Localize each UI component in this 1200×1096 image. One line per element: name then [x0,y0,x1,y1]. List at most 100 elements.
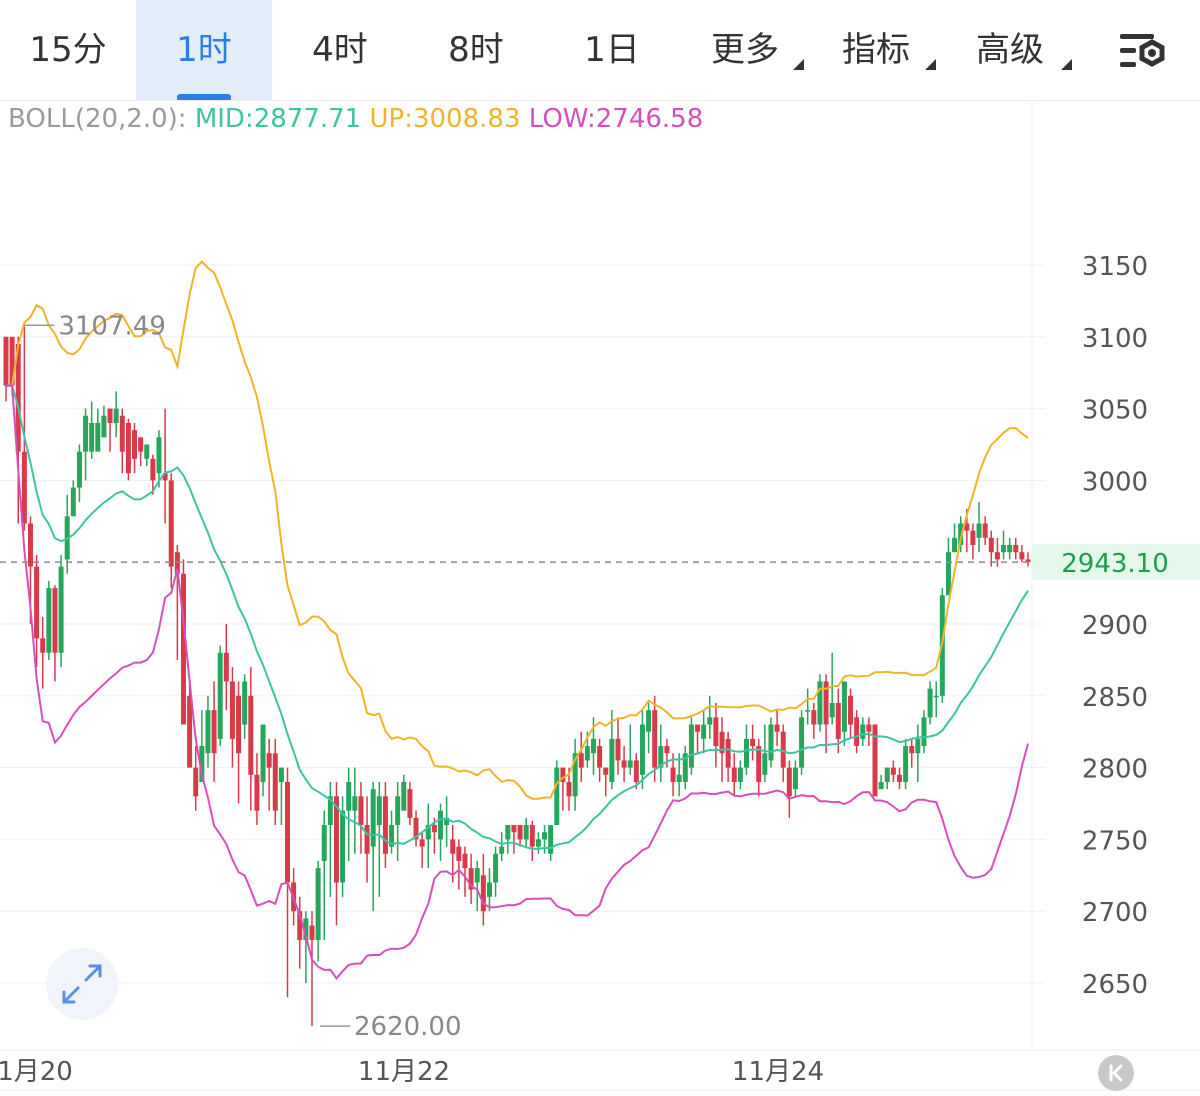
candle-body [615,738,621,761]
candle-body [627,760,633,768]
candle-body [278,767,284,782]
candle-body [756,746,762,782]
candle-body [113,408,119,423]
candle-body [248,695,254,775]
candle-body [70,487,76,517]
candle-body [474,868,480,883]
tab-4hour[interactable]: 4时 [272,0,408,100]
candle-body [915,738,921,754]
tab-advanced[interactable]: 高级 [942,0,1078,100]
dropdown-caret-icon [925,59,936,70]
dropdown-caret-icon [793,59,804,70]
candle-body [774,724,780,732]
candle-body [511,825,517,833]
candle-body [976,523,982,538]
candle-body [346,781,352,811]
candle-body [707,717,713,725]
candle-body [27,523,33,567]
tab-label: 8时 [448,30,504,70]
candle-body [138,437,144,452]
candle-body [101,415,107,438]
candle-body [854,717,860,747]
candle-body [676,774,682,782]
chart-settings-icon[interactable] [1112,26,1172,76]
tab-8hour[interactable]: 8时 [408,0,544,100]
candle-body [340,810,346,883]
tab-label: 15分 [29,30,107,70]
candle-body [480,875,486,912]
candle-body [786,767,792,797]
tab-1hour[interactable]: 1时 [136,0,272,100]
candle-body [119,415,125,452]
y-tick-label: 2800 [1082,755,1148,785]
timeframe-tabbar: 15分 1时 4时 8时 1日 更多 指标 高级 [0,0,1200,101]
candle-body [217,652,223,739]
candle-body [438,810,444,840]
candle-body [242,681,248,725]
candle-body [792,767,798,790]
candle-body [841,681,847,732]
candle-body [529,825,535,847]
candle-body [646,710,652,732]
candle-body [505,825,511,840]
candlestick-chart[interactable]: 3150 3100 3050 3000 2900 2850 2800 2750 2700 2650… [0,100,1200,1096]
candle-body [909,746,915,754]
candle-body [535,839,541,847]
candle-body [633,760,639,782]
candle-body [358,796,364,826]
candle-body [829,702,835,718]
candle-body [1001,545,1007,553]
candle-body [34,566,40,639]
candle-body [952,537,958,553]
candle-body [523,825,529,840]
candle-body [762,753,768,775]
candle-body [229,681,235,739]
expand-arrows-icon [62,964,102,1004]
y-tick-label: 3050 [1082,396,1148,426]
candle-body [364,825,370,854]
high-marker-label: 3107.49 [58,311,166,341]
fullscreen-button[interactable] [46,948,118,1020]
candle-body [144,444,150,459]
candle-body [664,746,670,754]
candle-body [903,746,909,782]
y-tick-label: 2750 [1082,826,1148,856]
candle-body [315,868,321,940]
y-tick-label: 2650 [1082,970,1148,1000]
candle-body [652,710,658,768]
candle-body [499,846,505,854]
skip-to-latest-button[interactable] [1098,1055,1134,1091]
tab-indicators[interactable]: 指标 [810,0,942,100]
candle-body [352,796,358,811]
candle-body [1013,545,1019,553]
candle-body [725,738,731,768]
candle-body [40,638,46,653]
candle-body [670,767,676,782]
candle-body [517,825,523,840]
tab-1day[interactable]: 1日 [544,0,680,100]
low-marker-label: 2620.00 [354,1012,462,1042]
candle-body [799,717,805,768]
candle-body [95,422,101,452]
tab-15min[interactable]: 15分 [0,0,136,100]
candle-body [272,753,278,811]
candle-body [695,724,701,732]
candle-body [486,882,492,897]
candle-body [407,789,413,818]
candle-body [988,537,994,553]
x-tick-label: 11月24 [732,1057,824,1087]
candle-body [970,530,976,546]
candle-body [89,422,95,452]
candle-body [866,724,872,732]
candle-body [236,695,242,754]
boll-upper-band [6,260,1029,800]
candle-body [58,566,64,653]
candle-body [370,789,376,847]
candle-body [621,760,627,768]
tab-more[interactable]: 更多 [680,0,810,100]
candle-body [431,825,437,833]
candle-body [584,746,590,761]
candle-body [860,724,866,739]
candle-body [76,451,82,488]
x-tick-label: 11月22 [358,1057,450,1087]
